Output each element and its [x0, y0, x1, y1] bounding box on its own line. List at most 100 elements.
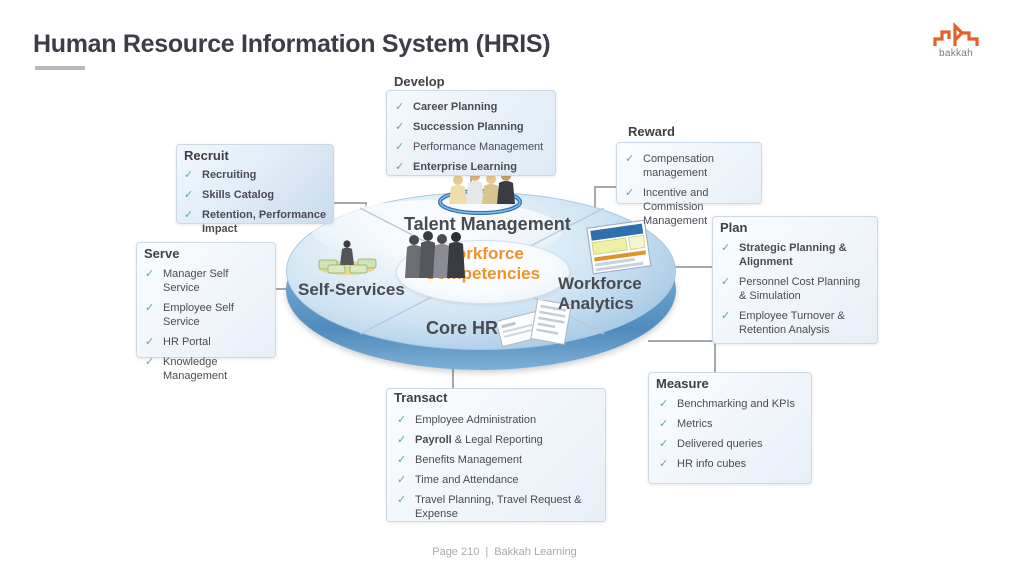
measure-box-title: Measure: [656, 376, 709, 391]
list-item-label: Delivered queries: [677, 438, 763, 450]
develop-box[interactable]: ✓ Career Planning ✓ Succession Planning ✓ P…: [386, 90, 556, 176]
list-item: ✓ Enterprise Learning: [395, 160, 545, 174]
list-item-label: Payroll & Legal Reporting: [415, 433, 595, 447]
payroll-emphasis: Payroll: [415, 434, 452, 446]
check-icon: ✓: [397, 414, 407, 426]
list-item: ✓ Recruiting: [184, 168, 334, 182]
list-item: ✓ Travel Planning, Travel Request & Expen…: [397, 493, 595, 521]
list-item-label: Recruiting: [202, 169, 257, 181]
list-item: ✓ Employee Administration: [397, 413, 595, 427]
check-icon: ✓: [395, 141, 405, 153]
check-icon: ✓: [145, 336, 155, 348]
check-icon: ✓: [145, 302, 155, 314]
reward-box[interactable]: ✓ Compensation management ✓ Incentive and …: [616, 142, 762, 227]
check-icon: ✓: [397, 434, 407, 446]
bakkah-logo-icon: [933, 22, 979, 46]
list-item: ✓ Strategic Planning & Alignment: [721, 241, 867, 269]
list-item-label: Personnel Cost Planning & Simulation: [739, 276, 861, 302]
connector-measure-v: [714, 340, 716, 376]
reward-box-title: Reward: [628, 124, 675, 139]
list-item: ✓ Employee Turnover & Retention Analysis: [721, 309, 867, 337]
money-person-icon: [318, 240, 377, 275]
quadrant-label-self-services: Self-Services: [298, 280, 405, 299]
check-icon: ✓: [721, 310, 731, 322]
list-item: ✓ Compensation management: [625, 152, 751, 180]
list-item-label: Compensation management: [643, 153, 714, 179]
list-item-label: Career Planning: [413, 101, 498, 113]
list-item-label: Employee Self Service: [163, 302, 234, 328]
list-item-label: Metrics: [677, 418, 713, 430]
list-item: ✓ Payroll & Legal Reporting: [397, 433, 595, 447]
list-item-label: Travel Planning, Travel Request & Expens…: [415, 494, 582, 520]
list-item: ✓ Delivered queries: [659, 437, 801, 451]
quadrant-label-core-hr: Core HR: [426, 318, 499, 338]
list-item: ✓ Performance Management: [395, 140, 545, 154]
check-icon: ✓: [659, 438, 669, 450]
people-cluster-icon: [405, 231, 465, 278]
footer-separator: |: [485, 546, 489, 558]
list-item: ✓ HR info cubes: [659, 457, 801, 471]
report-chart-icon: [586, 220, 652, 275]
check-icon: ✓: [395, 161, 405, 173]
list-item-label: Performance Management: [413, 141, 544, 153]
recruit-box-title: Recruit: [184, 148, 229, 163]
check-icon: ✓: [145, 356, 155, 368]
central-disc: Workforce Competencies Talent Management…: [286, 171, 676, 370]
payroll-rest: & Legal Reporting: [451, 434, 543, 446]
footer-page-number: Page 210: [432, 546, 480, 558]
check-icon: ✓: [395, 101, 405, 113]
list-item-label: Enterprise Learning: [413, 161, 517, 173]
check-icon: ✓: [395, 121, 405, 133]
list-item-label: Strategic Planning & Alignment: [739, 242, 847, 268]
list-item: ✓ Knowledge Management: [145, 355, 265, 383]
quadrant-label-talent-management: Talent Management: [404, 214, 571, 234]
list-item: ✓ Succession Planning: [395, 120, 545, 134]
plan-box[interactable]: ✓ Strategic Planning & Alignment ✓ Personn…: [712, 216, 878, 344]
list-item: ✓ Skills Catalog: [184, 188, 334, 202]
serve-box-title: Serve: [144, 246, 180, 261]
list-item: ✓ Time and Attendance: [397, 473, 595, 487]
list-item-label: Employee Turnover & Retention Analysis: [739, 310, 845, 336]
check-icon: ✓: [184, 209, 194, 221]
page-title: Human Resource Information System (HRIS): [33, 30, 551, 58]
title-underline: [35, 66, 85, 70]
logo-wordmark: bakkah: [938, 48, 974, 59]
brand-logo: bakkah: [925, 22, 987, 64]
list-item: ✓ Retention, Performance Impact: [184, 208, 334, 236]
check-icon: ✓: [659, 458, 669, 470]
transact-box-title: Transact: [394, 390, 448, 405]
connector-plan: [672, 266, 714, 268]
footer: Page 210 | Bakkah Learning: [0, 546, 1009, 558]
check-icon: ✓: [625, 187, 635, 199]
check-icon: ✓: [625, 153, 635, 165]
list-item: ✓ Employee Self Service: [145, 301, 265, 329]
list-item: ✓ Metrics: [659, 417, 801, 431]
list-item-label: Skills Catalog: [202, 189, 275, 201]
check-icon: ✓: [659, 398, 669, 410]
check-icon: ✓: [721, 242, 731, 254]
list-item-label: Benchmarking and KPIs: [677, 398, 796, 410]
quadrant-label-workforce-analytics: Workforce Analytics: [558, 274, 642, 313]
check-icon: ✓: [659, 418, 669, 430]
list-item-label: Succession Planning: [413, 121, 524, 133]
list-item: ✓ HR Portal: [145, 335, 265, 349]
list-item: ✓ Benchmarking and KPIs: [659, 397, 801, 411]
list-item-label: Time and Attendance: [415, 474, 519, 486]
list-item: ✓ Benefits Management: [397, 453, 595, 467]
list-item: ✓ Manager Self Service: [145, 267, 265, 295]
check-icon: ✓: [397, 494, 407, 506]
transact-box[interactable]: ✓ Employee Administration ✓ Payroll & Lega…: [386, 388, 606, 522]
list-item-label: HR Portal: [163, 336, 211, 348]
check-icon: ✓: [397, 454, 407, 466]
develop-box-title: Develop: [394, 74, 445, 89]
plan-box-title: Plan: [720, 220, 748, 235]
slide-canvas: Human Resource Information System (HRIS)…: [0, 0, 1009, 584]
recruit-box-items: ✓ Recruiting ✓ Skills Catalog ✓ Retention, …: [184, 168, 334, 236]
list-item-label: Knowledge Management: [163, 356, 228, 382]
list-item-label: Employee Administration: [415, 414, 537, 426]
check-icon: ✓: [145, 268, 155, 280]
list-item-label: HR info cubes: [677, 458, 747, 470]
list-item-label: Retention, Performance Impact: [202, 209, 327, 235]
list-item: ✓ Career Planning: [395, 100, 545, 114]
check-icon: ✓: [184, 169, 194, 181]
